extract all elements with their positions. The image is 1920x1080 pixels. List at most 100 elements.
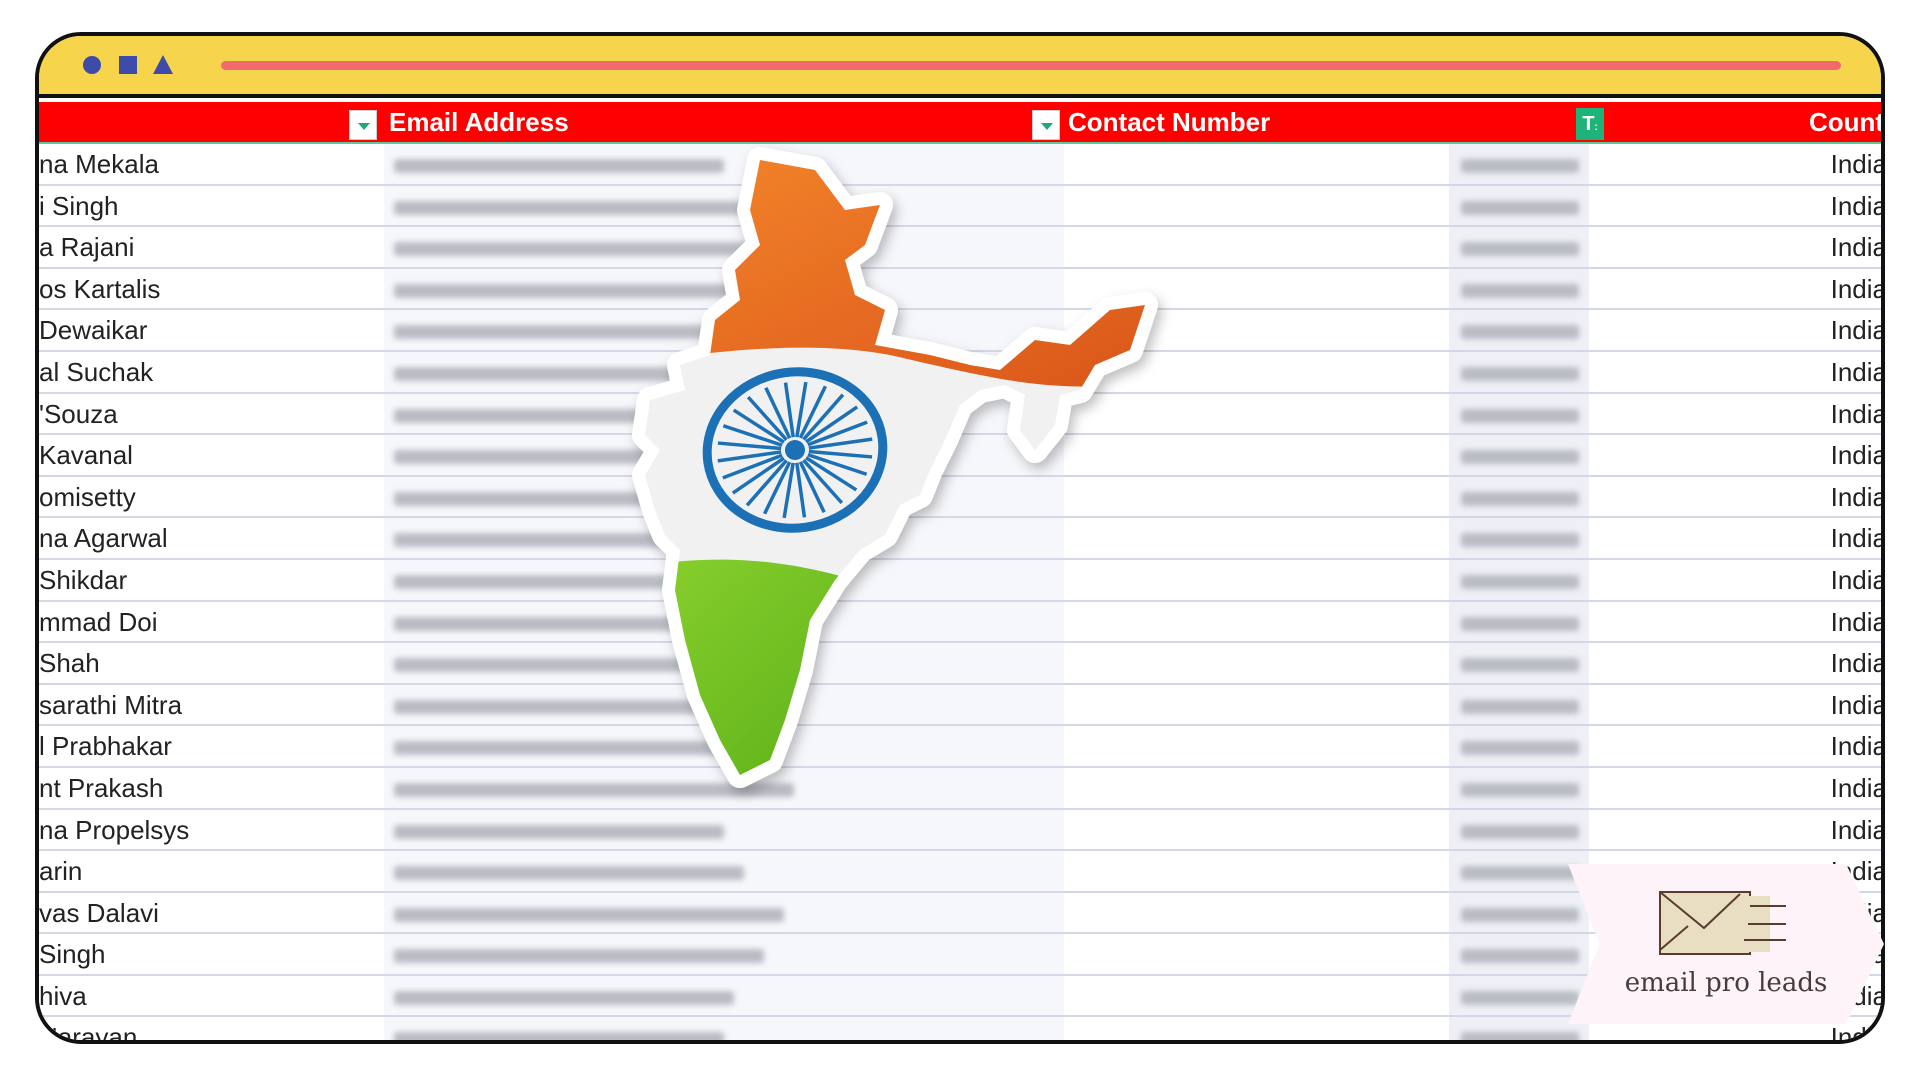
header-country: Count — [1809, 107, 1885, 137]
filter-icon: T: — [1582, 113, 1598, 135]
phone-cell[interactable] — [1449, 144, 1589, 184]
redacted-email — [394, 990, 734, 1005]
country-cell[interactable]: India — [1589, 310, 1881, 350]
name-cell[interactable]: al Suchak — [39, 352, 384, 392]
phone-cell[interactable] — [1449, 809, 1589, 850]
square-control-icon[interactable] — [119, 56, 137, 74]
phone-cell[interactable] — [1449, 476, 1589, 517]
address-bar — [221, 61, 1841, 70]
redacted-email — [394, 1032, 724, 1040]
india-flag-map-overlay — [600, 140, 1320, 940]
redacted-phone — [1461, 658, 1579, 673]
name-cell[interactable]: na Mekala — [39, 144, 384, 184]
country-cell[interactable]: India — [1589, 227, 1881, 267]
redacted-phone — [1461, 1032, 1579, 1040]
redacted-phone — [1461, 450, 1579, 465]
title-bar — [39, 36, 1881, 98]
email-cell[interactable] — [384, 934, 1064, 974]
circle-control-icon[interactable] — [83, 56, 101, 74]
email-pro-leads-logo: email pro leads — [1568, 864, 1884, 1024]
name-cell[interactable]: Dewaikar — [39, 310, 384, 350]
country-cell[interactable]: India — [1589, 685, 1881, 725]
country-cell[interactable]: India — [1589, 144, 1881, 184]
phone-cell[interactable] — [1449, 518, 1589, 558]
country-cell[interactable]: India — [1589, 269, 1881, 309]
header-email: Email Address — [389, 107, 569, 137]
phone-cell[interactable] — [1449, 601, 1589, 642]
name-cell[interactable]: os Kartalis — [39, 269, 384, 309]
name-cell[interactable]: na Propelsys — [39, 810, 384, 850]
phone-cell[interactable] — [1449, 643, 1589, 683]
redacted-phone — [1461, 907, 1579, 922]
header-row: Email Address Contact Number T: Count — [39, 102, 1881, 144]
country-cell[interactable]: India — [1589, 643, 1881, 683]
redacted-phone — [1461, 200, 1579, 215]
redacted-phone — [1461, 366, 1579, 381]
name-filter-dropdown-button[interactable] — [349, 110, 377, 140]
redacted-phone — [1461, 491, 1579, 506]
redacted-phone — [1461, 533, 1579, 548]
name-cell[interactable]: Kavanal — [39, 435, 384, 475]
name-cell[interactable]: Narayan — [39, 1017, 384, 1040]
name-cell[interactable]: sarathi Mitra — [39, 685, 384, 725]
header-contact: Contact Number — [1068, 107, 1271, 137]
phone-cell[interactable] — [1449, 268, 1589, 309]
phone-cell[interactable] — [1449, 351, 1589, 392]
country-cell[interactable]: India — [1589, 394, 1881, 434]
country-cell[interactable]: India — [1589, 602, 1881, 642]
india-flag-map-icon — [632, 147, 1158, 788]
redacted-phone — [1461, 159, 1579, 173]
redacted-phone — [1461, 699, 1579, 714]
name-cell[interactable]: a Rajani — [39, 227, 384, 267]
name-cell[interactable]: i Singh — [39, 186, 384, 226]
redacted-phone — [1461, 616, 1579, 631]
phone-cell[interactable] — [1449, 435, 1589, 475]
country-cell[interactable]: India — [1589, 352, 1881, 392]
name-cell[interactable]: Singh — [39, 934, 384, 974]
redacted-phone — [1461, 782, 1579, 797]
name-cell[interactable]: arin — [39, 851, 384, 891]
name-cell[interactable]: nt Prakash — [39, 768, 384, 808]
phone-cell[interactable] — [1449, 393, 1589, 434]
name-cell[interactable]: na Agarwal — [39, 518, 384, 558]
phone-cell[interactable] — [1449, 726, 1589, 766]
email-cell[interactable] — [384, 975, 1064, 1016]
country-cell[interactable]: India — [1589, 435, 1881, 475]
name-cell[interactable]: l Prabhakar — [39, 726, 384, 766]
logo-text: email pro leads — [1624, 968, 1828, 998]
name-cell[interactable]: omisetty — [39, 477, 384, 517]
phone-cell[interactable] — [1449, 185, 1589, 226]
country-cell[interactable]: India — [1589, 518, 1881, 558]
redacted-phone — [1461, 990, 1579, 1005]
redacted-phone — [1461, 949, 1579, 964]
name-cell[interactable]: mmad Doi — [39, 602, 384, 642]
country-cell[interactable]: India — [1589, 726, 1881, 766]
phone-cell[interactable] — [1449, 767, 1589, 808]
redacted-phone — [1461, 824, 1579, 839]
country-cell[interactable]: India — [1589, 810, 1881, 850]
email-filter-dropdown-button[interactable] — [1032, 110, 1060, 140]
header-name — [39, 102, 379, 142]
name-cell[interactable]: vas Dalavi — [39, 893, 384, 933]
phone-cell[interactable] — [1449, 310, 1589, 350]
name-cell[interactable]: hiva — [39, 976, 384, 1016]
country-cell[interactable]: India — [1589, 560, 1881, 600]
redacted-email — [394, 949, 764, 964]
redacted-phone — [1461, 866, 1579, 881]
country-cell[interactable]: India — [1589, 186, 1881, 226]
name-cell[interactable]: Shah — [39, 643, 384, 683]
phone-cell[interactable] — [1449, 227, 1589, 267]
redacted-phone — [1461, 574, 1579, 589]
phone-cell[interactable] — [1449, 559, 1589, 600]
envelope-icon — [1659, 891, 1786, 955]
redacted-phone — [1461, 408, 1579, 423]
country-cell[interactable]: India — [1589, 768, 1881, 808]
name-cell[interactable]: Shikdar — [39, 560, 384, 600]
phone-cell[interactable] — [1449, 684, 1589, 725]
email-cell[interactable] — [384, 1017, 1064, 1040]
country-cell[interactable]: India — [1589, 477, 1881, 517]
name-cell[interactable]: 'Souza — [39, 394, 384, 434]
triangle-control-icon[interactable] — [153, 55, 173, 74]
redacted-phone — [1461, 325, 1579, 340]
contact-filter-active-button[interactable]: T: — [1576, 108, 1604, 140]
